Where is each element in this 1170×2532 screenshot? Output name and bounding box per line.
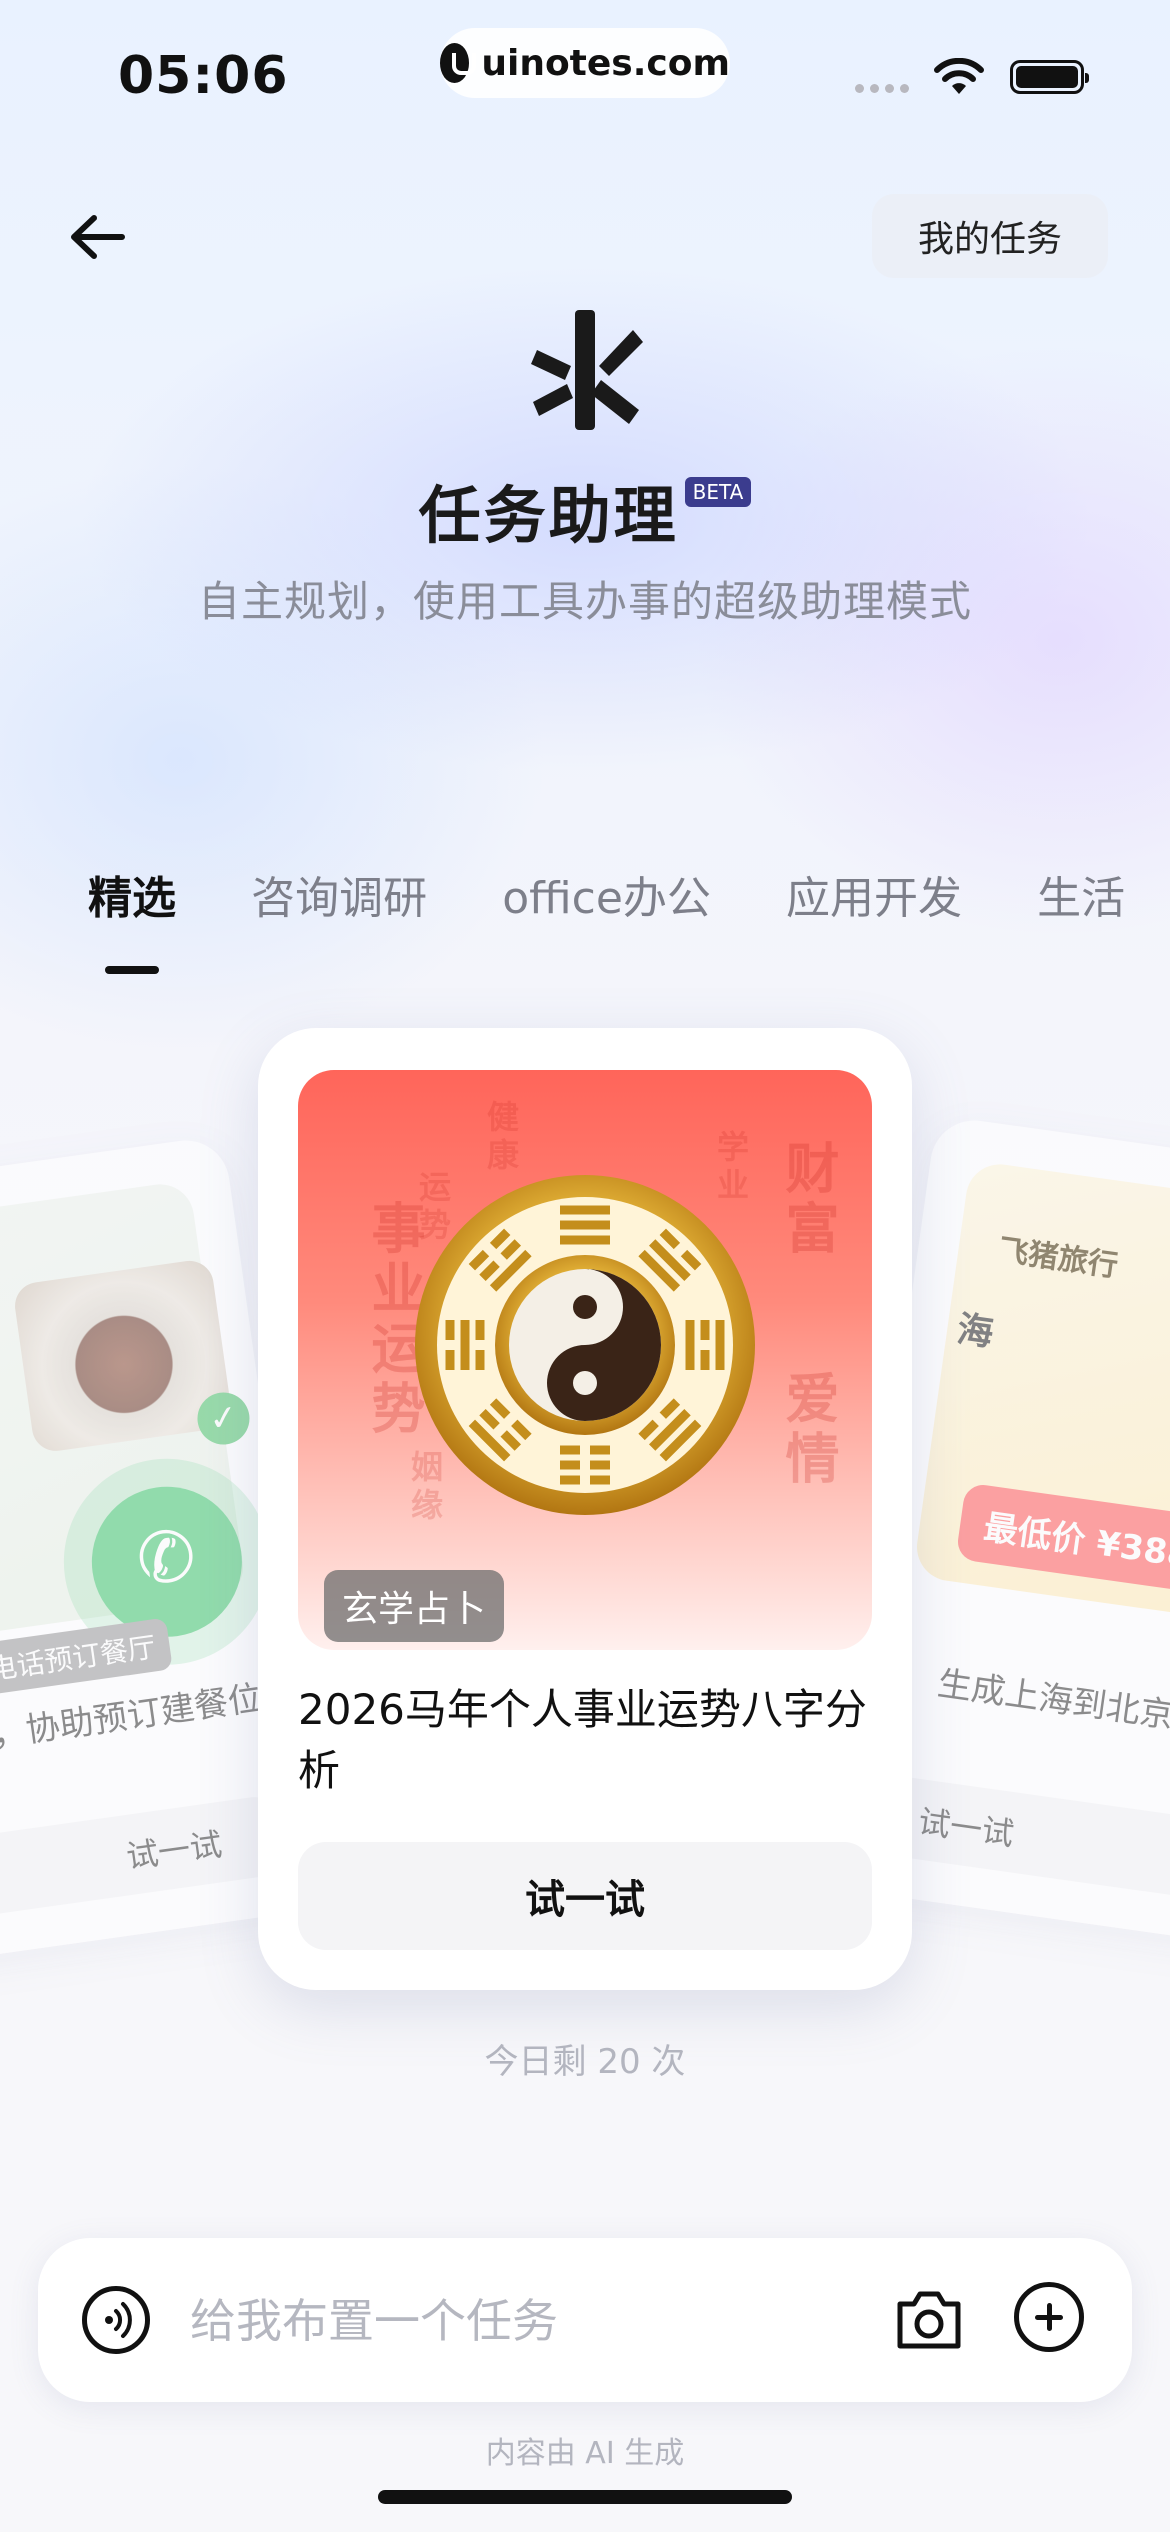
- title-row: 任务助理 BETA: [0, 465, 1170, 555]
- status-time: 05:06: [118, 46, 289, 106]
- travel-city: 海: [954, 1308, 996, 1355]
- phone-icon: [82, 1477, 252, 1647]
- fortune-hero-image: 事业运势 财富 爱情 姻缘 学业 运势 健康 玄学占卜: [298, 1070, 872, 1650]
- my-tasks-button[interactable]: 我的任务: [872, 194, 1108, 278]
- tab-office[interactable]: office办公: [502, 862, 711, 926]
- url-pill: uinotes.com: [440, 28, 730, 98]
- hero-word: 财富: [776, 1140, 839, 1260]
- page-title: 任务助理: [418, 479, 679, 552]
- ai-generated-note: 内容由 AI 生成: [485, 2436, 685, 2471]
- remaining-count: 今日剩 20 次: [484, 2042, 686, 2082]
- travel-brand: 飞猪旅行: [996, 1232, 1121, 1285]
- left-card-desc: 致电火锅店，协助预订建餐位: [0, 1678, 265, 1780]
- voice-icon[interactable]: [82, 2286, 150, 2354]
- task-input[interactable]: [188, 2278, 892, 2364]
- travel-image: 飞猪旅行 海 最低价 ¥388: [912, 1160, 1170, 1643]
- app-logo-icon: [531, 310, 643, 430]
- category-tag: 玄学占卜: [324, 1570, 505, 1642]
- plus-icon[interactable]: [1014, 2282, 1084, 2352]
- restaurant-image: ✓: [0, 1180, 253, 1663]
- wifi-icon: [934, 58, 984, 94]
- right-card-try-button[interactable]: 试一试: [873, 1773, 1170, 1920]
- tab-consulting-research[interactable]: 咨询调研: [251, 862, 427, 926]
- signal-dots-icon: [855, 84, 909, 93]
- try-button[interactable]: 试一试: [298, 1842, 872, 1950]
- page-subtitle: 自主规划，使用工具办事的超级助理模式: [197, 577, 972, 626]
- category-tabs: 精选 咨询调研 office办公 应用开发 生活: [88, 862, 1170, 974]
- site-logo-icon: [440, 43, 477, 83]
- right-card-desc: 生成上海到北京的案: [935, 1663, 1170, 1746]
- task-input-bar: [38, 2238, 1132, 2402]
- hero-word: 健康: [482, 1100, 520, 1176]
- left-card-try-button[interactable]: 试一试: [0, 1793, 287, 1940]
- featured-task-card[interactable]: 事业运势 财富 爱情 姻缘 学业 运势 健康 玄学占卜 2026马年个人事业运势…: [258, 1028, 912, 1990]
- featured-card-title: 2026马年个人事业运势八字分析: [298, 1685, 867, 1795]
- left-card-tag: 电话预订餐厅: [0, 1617, 173, 1697]
- tab-featured[interactable]: 精选: [88, 862, 176, 974]
- back-arrow-icon[interactable]: [66, 206, 128, 268]
- tab-life[interactable]: 生活: [1037, 862, 1125, 926]
- beta-badge: BETA: [684, 477, 752, 507]
- yin-yang-icon: [415, 1175, 755, 1515]
- url-text: uinotes.com: [481, 42, 730, 84]
- battery-icon: [1010, 60, 1089, 94]
- travel-price-badge: 最低价 ¥388: [955, 1482, 1170, 1595]
- camera-icon[interactable]: [894, 2286, 964, 2352]
- tab-app-development[interactable]: 应用开发: [786, 862, 962, 926]
- hero-word: 爱情: [776, 1370, 839, 1490]
- home-indicator: [378, 2490, 792, 2504]
